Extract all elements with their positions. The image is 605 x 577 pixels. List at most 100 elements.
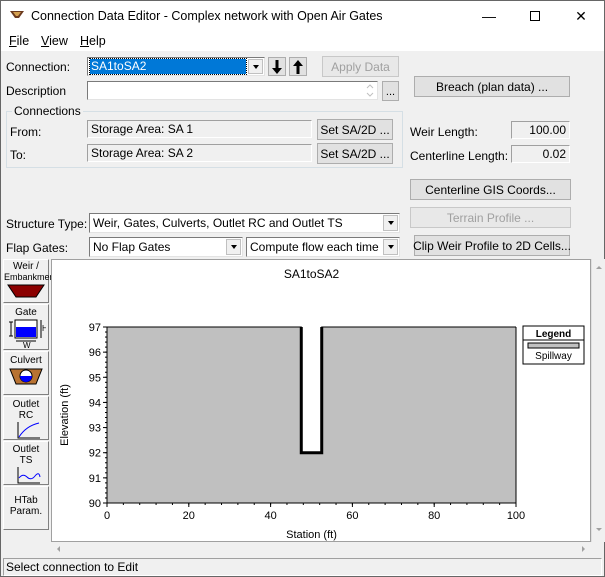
outlet-rc-label-2: RC — [18, 410, 34, 421]
gate-button[interactable]: Gate H W — [3, 304, 49, 350]
x-tick-label: 20 — [183, 510, 195, 522]
apply-data-button[interactable]: Apply Data — [322, 56, 399, 77]
weir-notch-line — [299, 327, 324, 455]
rating-curve-icon — [17, 422, 40, 439]
x-tick-label: 40 — [264, 510, 276, 522]
outlet-rc-button[interactable]: Outlet RC — [3, 396, 49, 440]
flap-gates-value: No Flap Gates — [93, 240, 171, 254]
gate-icon: H W — [9, 319, 48, 350]
chevron-down-icon — [226, 239, 241, 255]
close-button[interactable]: ✕ — [558, 1, 604, 31]
x-tick-label: 80 — [428, 510, 440, 522]
y-axis-label: Elevation (ft) — [59, 384, 71, 446]
maximize-button[interactable] — [512, 1, 558, 31]
legend-title: Legend — [536, 329, 572, 340]
htab-param-button[interactable]: HTab Param. — [3, 486, 49, 530]
to-storage-area-field: Storage Area: SA 2 — [87, 144, 312, 162]
outlet-ts-label-1: Outlet — [12, 444, 40, 455]
weir-length-label: Weir Length: — [410, 125, 478, 139]
description-label: Description — [6, 84, 67, 98]
breach-plan-data-button[interactable]: Breach (plan data) ... — [414, 76, 570, 97]
arrow-down-icon — [272, 59, 282, 74]
connection-select[interactable]: SA1toSA2 — [87, 57, 265, 76]
chevron-down-icon — [248, 59, 263, 74]
profile-chart: SA1toSA2 90 91 92 93 94 95 96 97 0 20 40 60 80 100 Stat… — [59, 267, 585, 541]
scroll-arrows-icon — [596, 266, 602, 531]
scroll-arrows-h-icon — [57, 546, 585, 552]
clip-weir-profile-button[interactable]: Clip Weir Profile to 2D Cells... — [413, 235, 571, 256]
y-tick-label: 94 — [89, 397, 101, 409]
centerline-gis-coords-button[interactable]: Centerline GIS Coords... — [410, 179, 571, 200]
previous-connection-button[interactable] — [289, 57, 307, 76]
gate-label: Gate — [15, 307, 37, 318]
menu-help[interactable]: Help — [80, 34, 106, 48]
outlet-ts-label-2: TS — [19, 455, 33, 466]
y-tick-label: 92 — [89, 448, 101, 460]
structure-type-label: Structure Type: — [6, 217, 88, 231]
set-sa-from-button[interactable]: Set SA/2D ... — [317, 119, 393, 140]
y-tick-label: 90 — [89, 498, 101, 510]
flap-gates-label: Flap Gates: — [6, 241, 69, 255]
y-tick-label: 96 — [89, 347, 101, 359]
menu-file[interactable]: File — [9, 34, 29, 48]
weir-embankment-icon — [7, 284, 45, 298]
description-spinner[interactable] — [363, 82, 377, 99]
arrow-up-icon — [293, 59, 303, 74]
set-sa-to-button[interactable]: Set SA/2D ... — [317, 143, 393, 164]
weir-embankment-button[interactable]: Weir / Embankment — [3, 259, 58, 303]
spillway-fill — [107, 327, 516, 503]
connection-label: Connection: — [6, 60, 71, 74]
next-connection-button[interactable] — [268, 57, 286, 76]
weir-label-2: Embankment — [4, 272, 58, 282]
plot-horizontal-scrollbar[interactable] — [51, 542, 591, 556]
terrain-profile-button[interactable]: Terrain Profile ... — [410, 207, 571, 228]
minimize-icon: — — [482, 8, 496, 24]
connections-group-title: Connections — [12, 104, 83, 118]
legend-swatch-spillway — [527, 342, 580, 349]
outlet-rc-label-1: Outlet — [12, 399, 40, 410]
centerline-length-value: 0.02 — [511, 145, 570, 163]
chevron-down-icon — [383, 239, 398, 255]
culvert-button[interactable]: Culvert — [3, 351, 49, 395]
x-tick-label: 0 — [104, 510, 110, 522]
from-label: From: — [10, 125, 42, 139]
centerline-length-label: Centerline Length: — [410, 149, 509, 163]
spinner-arrows-icon — [366, 84, 374, 97]
structure-type-select[interactable]: Weir, Gates, Culverts, Outlet RC and Out… — [89, 213, 400, 233]
description-ellipsis-button[interactable]: ... — [382, 81, 399, 101]
plot-vertical-scrollbar[interactable] — [591, 259, 605, 542]
window-title: Connection Data Editor - Complex network… — [31, 9, 383, 23]
weir-length-value: 100.00 — [511, 121, 570, 139]
htab-label-1: HTab — [14, 495, 38, 506]
chevron-down-icon — [383, 215, 398, 231]
gate-w-label: W — [23, 341, 31, 348]
weir-label-1: Weir / — [13, 261, 39, 272]
description-input[interactable] — [87, 81, 378, 100]
outlet-ts-button[interactable]: Outlet TS — [3, 441, 49, 485]
compute-flow-value: Compute flow each time ste — [250, 240, 381, 254]
menu-bar: File View Help — [1, 31, 604, 51]
y-tick-label: 93 — [89, 423, 101, 435]
htab-label-2: Param. — [9, 506, 43, 517]
flap-gates-select[interactable]: No Flap Gates — [89, 237, 243, 257]
structure-type-value: Weir, Gates, Culverts, Outlet RC and Out… — [93, 216, 343, 230]
menu-view[interactable]: View — [41, 34, 68, 48]
x-tick-label: 60 — [346, 510, 358, 522]
profile-plot: SA1toSA2 90 91 92 93 94 95 96 97 0 20 40 60 80 100 Stat… — [51, 259, 591, 542]
app-icon — [10, 11, 24, 18]
minimize-button[interactable]: — — [466, 1, 512, 31]
x-tick-label: 100 — [507, 510, 525, 522]
title-bar: Connection Data Editor - Complex network… — [1, 1, 604, 31]
status-bar: Select connection to Edit — [3, 558, 602, 576]
culvert-icon — [9, 368, 43, 385]
legend-entry-spillway: Spillway — [535, 351, 572, 362]
culvert-label: Culvert — [10, 355, 42, 366]
close-icon: ✕ — [575, 7, 587, 24]
maximize-icon — [530, 11, 540, 21]
time-series-icon — [17, 467, 41, 484]
connection-select-value: SA1toSA2 — [89, 58, 247, 75]
x-axis-label: Station (ft) — [286, 529, 337, 541]
y-tick-label: 95 — [89, 372, 101, 384]
compute-flow-select[interactable]: Compute flow each time ste — [246, 237, 400, 257]
to-label: To: — [10, 148, 27, 162]
